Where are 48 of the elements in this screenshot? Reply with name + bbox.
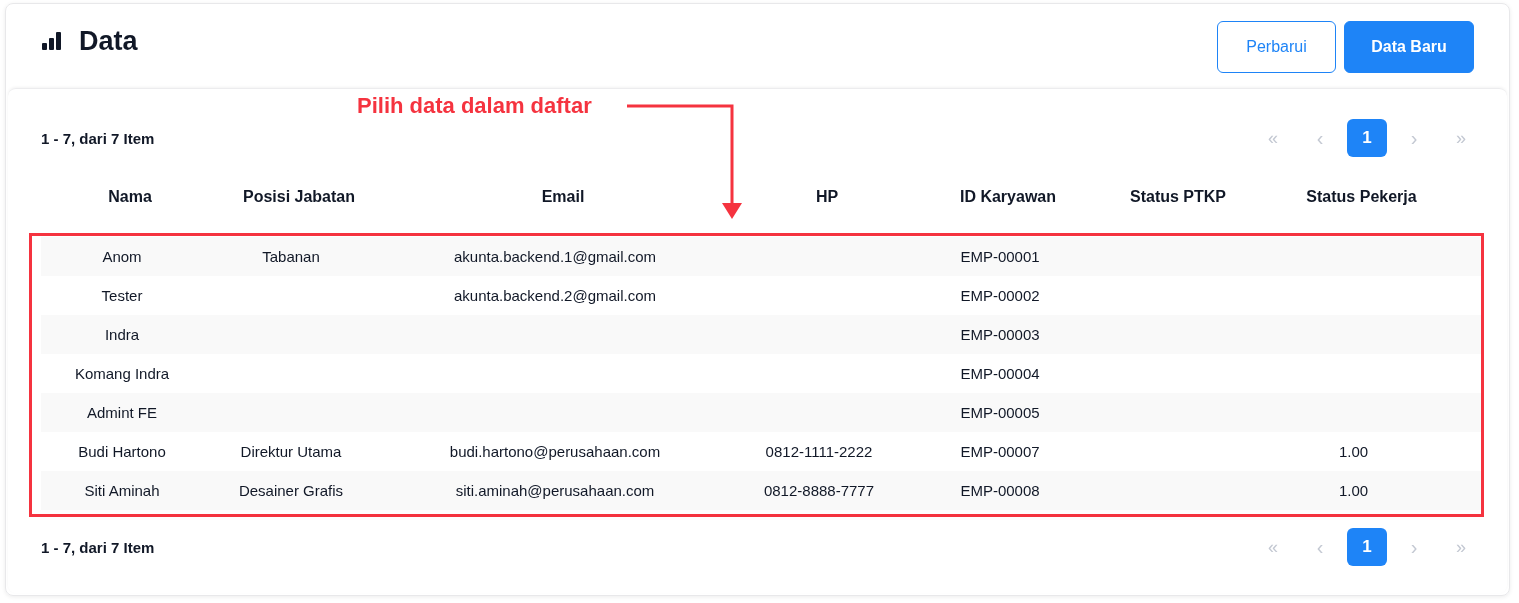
table-cell: Admint FE — [87, 404, 157, 421]
item-count: 1 - 7, dari 7 Item — [41, 129, 155, 147]
table-cell: 1.00 — [1338, 443, 1369, 460]
table-cell: EMP-00004 — [960, 365, 1040, 382]
column-header: Nama — [107, 188, 153, 206]
refresh-button[interactable]: Perbarui — [1217, 21, 1336, 73]
table-row[interactable]: Anom Tabanan akunta.backend.1@gmail.com EMP-00001 — [41, 237, 1481, 276]
table-row[interactable]: Admint FE EMP-00005 — [41, 393, 1481, 432]
page-button[interactable]: 1 — [1347, 528, 1387, 566]
column-header: ID Karyawan — [958, 188, 1057, 206]
table-row[interactable]: Tester akunta.backend.2@gmail.com EMP-00002 — [41, 276, 1481, 315]
table-cell: Indra — [104, 326, 140, 343]
new-data-button[interactable]: Data Baru — [1344, 21, 1474, 73]
table-row[interactable]: Budi Hartono Direktur Utama budi.hartono@perusahaan.com 0812-1111-2222 EMP-00007 1.00 — [41, 432, 1481, 471]
table-row[interactable]: Indra EMP-00003 — [41, 315, 1481, 354]
table-cell: Direktur Utama — [240, 443, 342, 460]
table-cell: Desainer Grafis — [238, 482, 344, 499]
table-cell: Anom — [102, 248, 142, 265]
column-header: HP — [814, 188, 840, 206]
column-header: Email — [540, 188, 586, 206]
annotation-text: Pilih data dalam daftar — [357, 93, 592, 119]
page-button[interactable]: 1 — [1347, 119, 1387, 157]
table-cell: akunta.backend.1@gmail.com — [454, 248, 656, 265]
table-cell: EMP-00002 — [960, 287, 1040, 304]
table-cell: 0812-8888-7777 — [763, 482, 875, 499]
column-header: Posisi Jabatan — [241, 188, 356, 206]
table-cell: EMP-00005 — [960, 404, 1040, 421]
table-cell: Budi Hartono — [78, 443, 166, 460]
table-cell: Tabanan — [262, 248, 320, 265]
column-header: Status PTKP — [1129, 188, 1227, 206]
table-cell: EMP-00008 — [960, 482, 1040, 499]
table-cell: EMP-00003 — [960, 326, 1040, 343]
table-cell: Komang Indra — [74, 365, 170, 382]
bar-chart-icon — [42, 32, 62, 50]
item-count: 1 - 7, dari 7 Item — [41, 538, 155, 556]
table-cell: Siti Aminah — [84, 482, 160, 499]
table-row[interactable]: Komang Indra EMP-00004 — [41, 354, 1481, 393]
page-title: Data — [79, 25, 138, 57]
table-cell: Tester — [101, 287, 143, 304]
column-header: Status Pekerja — [1305, 188, 1418, 206]
table-cell: 1.00 — [1338, 482, 1369, 499]
table-cell: 0812-1111-2222 — [765, 443, 873, 460]
table-cell: EMP-00001 — [960, 248, 1040, 265]
table-cell: EMP-00007 — [960, 443, 1040, 460]
table-cell: budi.hartono@perusahaan.com — [449, 443, 661, 460]
table-cell: siti.aminah@perusahaan.com — [455, 482, 655, 499]
table-row[interactable]: Siti Aminah Desainer Grafis siti.aminah@perusahaan.com 0812-8888-7777 EMP-00008 1.00 — [41, 471, 1481, 510]
table-cell: akunta.backend.2@gmail.com — [454, 287, 656, 304]
